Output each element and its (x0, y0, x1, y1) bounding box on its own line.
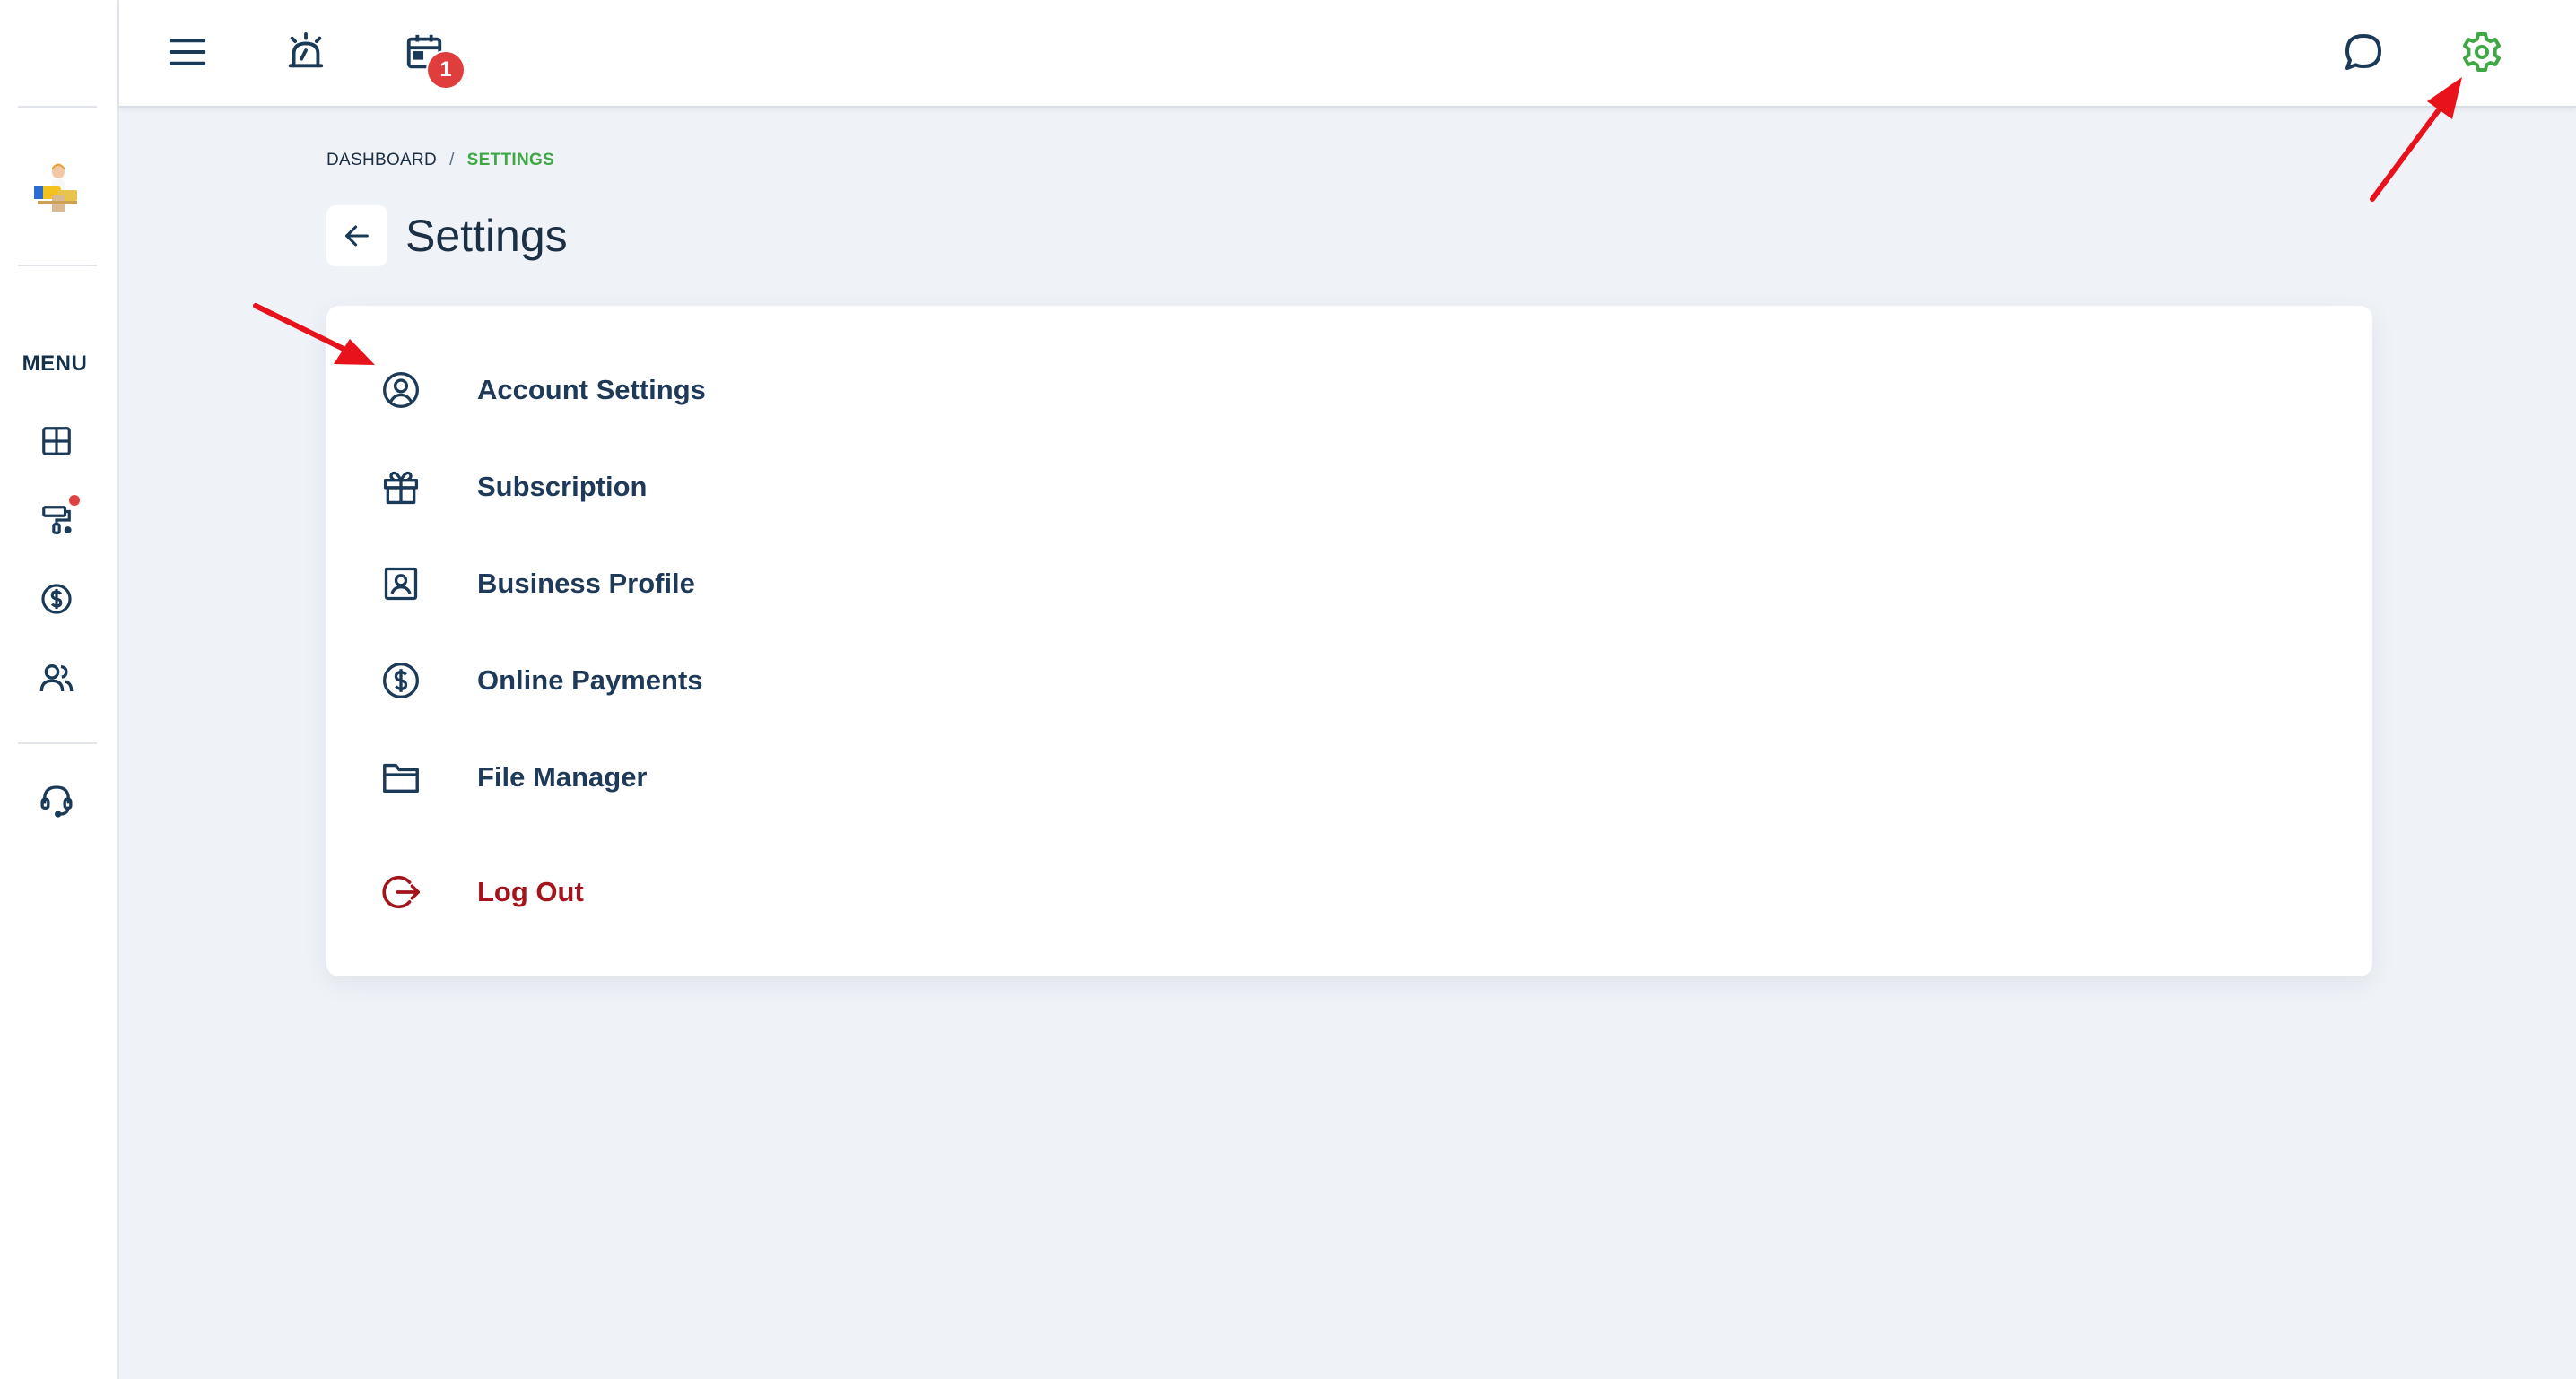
logout-button[interactable]: Log Out (326, 861, 1134, 924)
dollar-circle-icon (41, 584, 72, 614)
business-avatar[interactable] (30, 160, 83, 217)
chat-button[interactable] (2338, 27, 2389, 77)
breadcrumb-separator: / (449, 151, 455, 169)
settings-item-label: Account Settings (477, 374, 706, 405)
headset-support-icon (40, 785, 73, 818)
settings-item-business-profile[interactable]: Business Profile (326, 552, 1134, 615)
menu-label: MENU (22, 351, 88, 376)
alarm-button[interactable] (281, 27, 331, 77)
gift-icon (379, 464, 423, 509)
dollar-circle-icon (379, 658, 423, 703)
paint-roller-icon (42, 506, 72, 534)
hamburger-menu-button[interactable] (162, 27, 213, 77)
settings-item-subscription[interactable]: Subscription (326, 455, 1134, 518)
back-button[interactable] (326, 205, 387, 266)
gear-icon (2463, 32, 2501, 72)
settings-item-label: Business Profile (477, 568, 695, 599)
hamburger-menu-icon (169, 39, 206, 65)
sidebar-divider (18, 106, 97, 108)
settings-item-label: Subscription (477, 471, 648, 502)
settings-button[interactable] (2457, 27, 2507, 77)
settings-card: Account Settings Subscription Business P… (326, 306, 2372, 976)
logout-label: Log Out (477, 876, 584, 907)
sidebar-item-jobs[interactable] (37, 495, 80, 540)
sidebar-item-customers[interactable] (37, 658, 76, 698)
profile-card-icon (379, 561, 423, 606)
breadcrumb: DASHBOARD / SETTINGS (326, 151, 554, 170)
calendar-badge: 1 (426, 50, 466, 90)
dashboard-layout-icon (42, 427, 71, 455)
sidebar-item-support[interactable] (37, 781, 76, 820)
arrow-left-icon (345, 225, 369, 247)
alarm-icon (288, 31, 324, 68)
topbar (119, 0, 2576, 108)
settings-item-online-payments[interactable]: Online Payments (326, 649, 1134, 712)
sidebar: MENU (0, 0, 119, 1379)
settings-item-file-manager[interactable]: File Manager (326, 746, 1134, 809)
sidebar-item-payments[interactable] (37, 579, 76, 619)
breadcrumb-current: SETTINGS (466, 151, 555, 169)
logout-icon (379, 870, 423, 915)
user-circle-icon (379, 368, 423, 412)
sidebar-divider (18, 742, 97, 744)
settings-item-label: File Manager (477, 761, 648, 793)
page-title: Settings (405, 211, 568, 261)
sidebar-divider (18, 265, 97, 266)
sidebar-item-dashboard[interactable] (37, 421, 76, 461)
settings-item-account[interactable]: Account Settings (326, 359, 1134, 421)
folder-icon (379, 755, 423, 800)
breadcrumb-dashboard-link[interactable]: DASHBOARD (326, 151, 437, 169)
settings-item-label: Online Payments (477, 664, 703, 696)
notification-dot (69, 495, 80, 506)
users-icon (39, 664, 74, 692)
chat-icon (2345, 34, 2381, 70)
